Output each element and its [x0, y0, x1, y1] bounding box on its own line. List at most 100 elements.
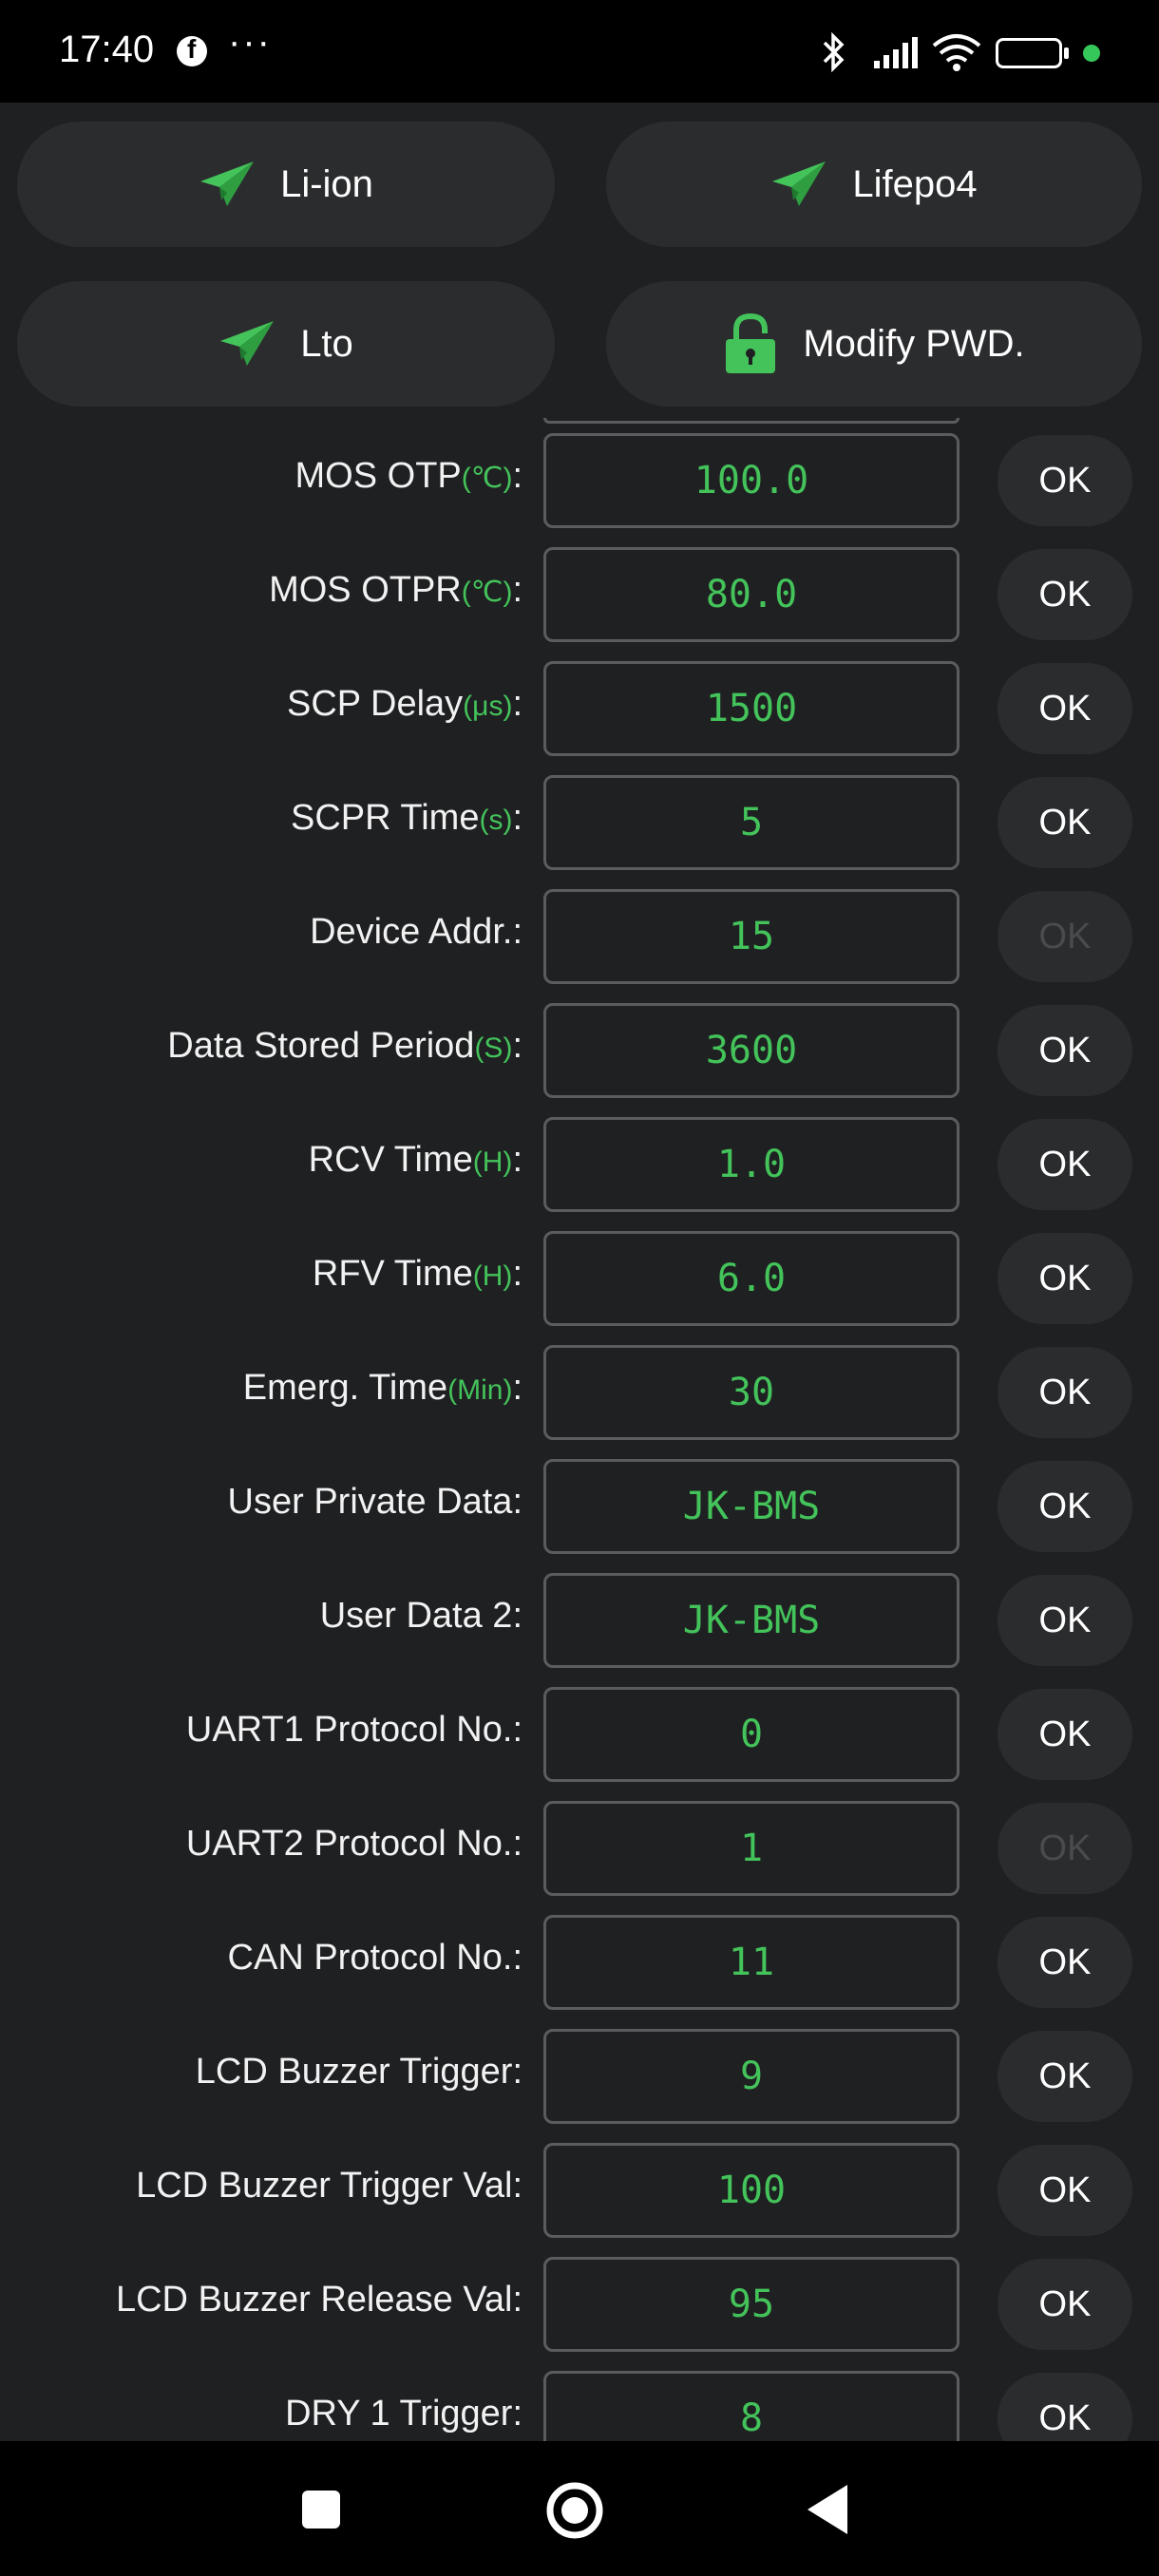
ok-button[interactable]: OK — [998, 2373, 1132, 2441]
lifepo4-button[interactable]: Lifepo4 — [606, 122, 1142, 247]
battery-icon: 70 — [996, 38, 1062, 68]
label-colon: : — [512, 2052, 522, 2092]
setting-value-input[interactable]: 100 — [543, 2143, 960, 2238]
ok-button[interactable]: OK — [998, 663, 1132, 754]
ok-button[interactable]: OK — [998, 1347, 1132, 1438]
setting-unit: (H) — [472, 1260, 513, 1292]
modify-password-button[interactable]: Modify PWD. — [606, 281, 1142, 407]
signal-icon — [874, 37, 918, 68]
bluetooth-icon — [823, 32, 845, 72]
ok-button[interactable]: OK — [998, 2031, 1132, 2122]
setting-name: Device Addr. — [310, 912, 513, 952]
label-colon: : — [512, 2280, 522, 2320]
more-notifications-icon: ··· — [228, 21, 272, 63]
setting-row: CAN Protocol No.: 11 OK — [0, 1915, 1159, 2014]
label-colon: : — [512, 1596, 522, 1636]
setting-value-input[interactable]: 6.0 — [543, 1231, 960, 1326]
setting-unit: (μs) — [463, 691, 513, 722]
setting-label: RFV Time(H): — [313, 1254, 522, 1295]
setting-value-input[interactable]: 9 — [543, 2029, 960, 2124]
setting-row: LCD Buzzer Trigger: 9 OK — [0, 2029, 1159, 2128]
setting-value-input[interactable]: 30 — [543, 1345, 960, 1440]
home-icon[interactable] — [545, 2481, 604, 2540]
setting-row: RFV Time(H): 6.0 OK — [0, 1231, 1159, 1330]
setting-name: Emerg. Time — [242, 1368, 448, 1408]
li-ion-button[interactable]: Li-ion — [17, 122, 555, 247]
setting-name: LCD Buzzer Trigger Val — [136, 2166, 513, 2206]
ok-button[interactable]: OK — [998, 1575, 1132, 1666]
setting-row: SCPR Time(s): 5 OK — [0, 775, 1159, 874]
setting-value-input[interactable]: 0 — [543, 1687, 960, 1782]
setting-row: Emerg. Time(Min): 30 OK — [0, 1345, 1159, 1444]
ok-button[interactable]: OK — [998, 1005, 1132, 1096]
setting-value-input[interactable]: 3600 — [543, 1003, 960, 1098]
setting-name: CAN Protocol No. — [227, 1938, 513, 1978]
ok-button[interactable]: OK — [998, 1917, 1132, 2008]
lto-button[interactable]: Lto — [17, 281, 555, 407]
setting-row: MOS OTPR(℃): 80.0 OK — [0, 547, 1159, 646]
ok-button[interactable]: OK — [998, 1689, 1132, 1780]
setting-value-input[interactable]: 80.0 — [543, 547, 960, 642]
setting-label: MOS OTPR(℃): — [269, 570, 522, 611]
setting-label: UART1 Protocol No.: — [186, 1710, 522, 1751]
label-colon: : — [512, 1710, 522, 1750]
ok-button[interactable]: OK — [998, 1461, 1132, 1552]
setting-label: Emerg. Time(Min): — [243, 1368, 522, 1409]
label-colon: : — [512, 570, 522, 610]
ok-button[interactable]: OK — [998, 1119, 1132, 1210]
wifi-icon — [932, 34, 981, 71]
ok-button[interactable]: OK — [998, 1803, 1132, 1894]
back-icon[interactable] — [806, 2483, 849, 2536]
setting-value-input[interactable]: 95 — [543, 2257, 960, 2352]
setting-value-input[interactable]: 100.0 — [543, 433, 960, 528]
send-icon — [220, 321, 275, 366]
modify-password-label: Modify PWD. — [803, 322, 1025, 365]
setting-label: SCP Delay(μs): — [287, 684, 522, 725]
setting-row: Data Stored Period(S): 3600 OK — [0, 1003, 1159, 1102]
setting-unit: (s) — [479, 805, 513, 836]
send-icon — [200, 161, 255, 206]
setting-value-input[interactable]: 5 — [543, 775, 960, 870]
facebook-icon: f — [177, 34, 207, 66]
ok-button[interactable]: OK — [998, 777, 1132, 868]
setting-name: SCP Delay — [287, 684, 464, 724]
setting-row: MOS OTP(℃): 100.0 OK — [0, 433, 1159, 532]
setting-unit: (H) — [472, 1146, 513, 1178]
setting-label: RCV Time(H): — [309, 1140, 522, 1181]
setting-value-input[interactable]: 11 — [543, 1915, 960, 2010]
setting-value-input[interactable]: 1 — [543, 1801, 960, 1896]
setting-value-input[interactable]: JK-BMS — [543, 1459, 960, 1554]
ok-button[interactable]: OK — [998, 1233, 1132, 1324]
setting-row: LCD Buzzer Release Val: 95 OK — [0, 2257, 1159, 2356]
setting-label: User Data 2: — [320, 1596, 522, 1637]
label-colon: : — [512, 1254, 522, 1294]
ok-button[interactable]: OK — [998, 2259, 1132, 2350]
setting-label: DRY 1 Trigger: — [285, 2394, 522, 2434]
ok-button[interactable]: OK — [998, 549, 1132, 640]
partial-value-box — [543, 418, 960, 424]
label-colon: : — [512, 684, 522, 724]
li-ion-label: Li-ion — [280, 162, 373, 205]
setting-value-input[interactable]: 1500 — [543, 661, 960, 756]
ok-button[interactable]: OK — [998, 2145, 1132, 2236]
setting-value-input[interactable]: JK-BMS — [543, 1573, 960, 1668]
settings-list[interactable]: MOS OTP(℃): 100.0 OK MOS OTPR(℃): 80.0 OK SCP … — [0, 418, 1159, 2441]
label-colon: : — [512, 2394, 522, 2434]
setting-label: Device Addr.: — [310, 912, 522, 953]
setting-value-input[interactable]: 1.0 — [543, 1117, 960, 1212]
ok-button[interactable]: OK — [998, 891, 1132, 982]
recents-icon[interactable] — [300, 2489, 342, 2530]
status-bar: 17:40 f ··· 70 — [0, 0, 1159, 103]
setting-label: CAN Protocol No.: — [228, 1938, 522, 1979]
setting-unit: (℃) — [461, 463, 513, 494]
setting-name: UART1 Protocol No. — [185, 1710, 513, 1750]
setting-row: LCD Buzzer Trigger Val: 100 OK — [0, 2143, 1159, 2242]
setting-value-input[interactable]: 15 — [543, 889, 960, 984]
lifepo4-label: Lifepo4 — [852, 162, 978, 205]
setting-unit: (S) — [474, 1032, 513, 1064]
battery-nub — [1064, 47, 1069, 59]
ok-button[interactable]: OK — [998, 435, 1132, 526]
setting-row: SCP Delay(μs): 1500 OK — [0, 661, 1159, 760]
setting-value-input[interactable]: 8 — [543, 2371, 960, 2441]
navigation-bar — [0, 2441, 1159, 2576]
